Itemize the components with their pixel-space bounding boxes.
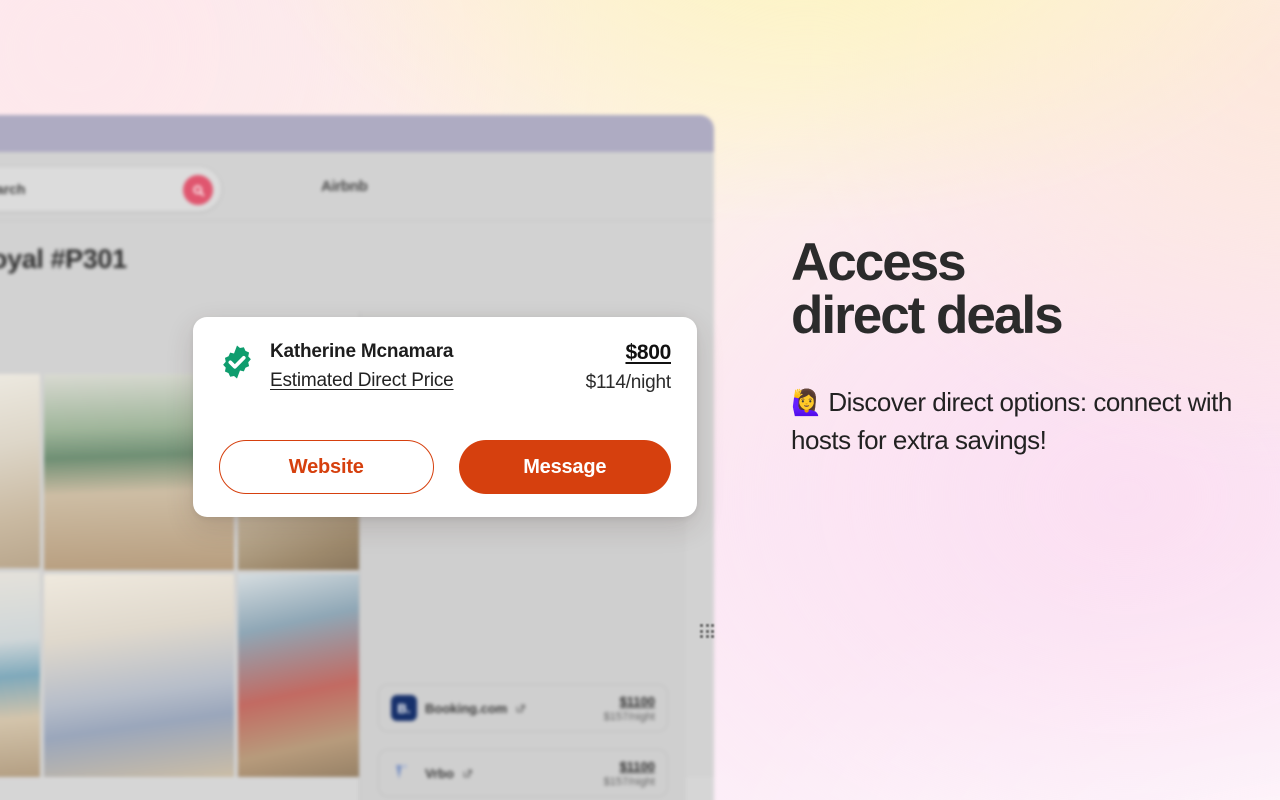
- search-icon: [192, 184, 204, 196]
- estimated-direct-price-label[interactable]: Estimated Direct Price: [270, 370, 454, 392]
- search-button[interactable]: [183, 175, 213, 205]
- verified-badge-icon: [223, 345, 251, 379]
- deal-row-vrbo[interactable]: Vrbo $1100 $157/night: [378, 749, 668, 797]
- direct-price-block: $800 $114/night: [585, 341, 672, 394]
- promo-body-text: Discover direct options: connect with ho…: [791, 387, 1232, 455]
- deal-price-block: $1100 $157/night: [604, 759, 655, 788]
- direct-price-card-actions: Website Message: [219, 440, 671, 494]
- deal-total-price: $1100: [619, 758, 655, 774]
- host-name: Katherine Mcnamara: [270, 341, 454, 362]
- deal-total-price: $1100: [619, 693, 655, 709]
- booking-logo-icon: B.: [391, 695, 417, 721]
- deal-provider-name: Vrbo: [425, 765, 454, 781]
- direct-price-card-header: Katherine Mcnamara Estimated Direct Pric…: [219, 341, 671, 394]
- deal-provider-name: Booking.com: [425, 700, 508, 716]
- search-placeholder-label: r search: [0, 181, 26, 197]
- host-info: Katherine Mcnamara Estimated Direct Pric…: [270, 341, 454, 392]
- external-link-icon: [517, 704, 526, 712]
- external-link-icon: [463, 769, 472, 777]
- airbnb-brand-label: Airbnb: [321, 178, 368, 195]
- message-button[interactable]: Message: [458, 440, 671, 494]
- vrbo-logo-icon: [391, 760, 417, 786]
- promo-headline: Access direct deals: [791, 236, 1241, 342]
- gallery-photo[interactable]: [44, 574, 234, 777]
- website-button[interactable]: Website: [219, 440, 434, 494]
- airbnb-top-bar: r search Airbnb: [0, 152, 714, 221]
- browser-chrome-bar: [0, 115, 714, 152]
- deal-row-booking[interactable]: B. Booking.com $1100 $157/night: [378, 684, 668, 732]
- direct-total-price[interactable]: $800: [586, 341, 671, 365]
- promo-section: Access direct deals 🙋‍♀️ Discover direct…: [791, 236, 1241, 458]
- search-input[interactable]: r search: [0, 166, 222, 212]
- direct-nightly-price: $114/night: [585, 372, 672, 393]
- deal-nightly-price: $157/night: [603, 775, 655, 788]
- promo-body: 🙋‍♀️ Discover direct options: connect wi…: [791, 384, 1241, 458]
- promo-headline-line2: direct deals: [791, 286, 1064, 345]
- promo-headline-line1: Access: [791, 233, 967, 292]
- gallery-photo[interactable]: [0, 572, 40, 777]
- page-title: ali Royal #P301: [0, 244, 127, 274]
- deal-price-block: $1100 $157/night: [604, 694, 655, 723]
- direct-price-card: Katherine Mcnamara Estimated Direct Pric…: [193, 317, 697, 517]
- grid-dots-handle-icon[interactable]: [700, 624, 714, 645]
- raising-hand-emoji: 🙋‍♀️: [791, 389, 822, 417]
- deal-nightly-price: $157/night: [603, 710, 655, 723]
- gallery-photo[interactable]: [0, 374, 40, 568]
